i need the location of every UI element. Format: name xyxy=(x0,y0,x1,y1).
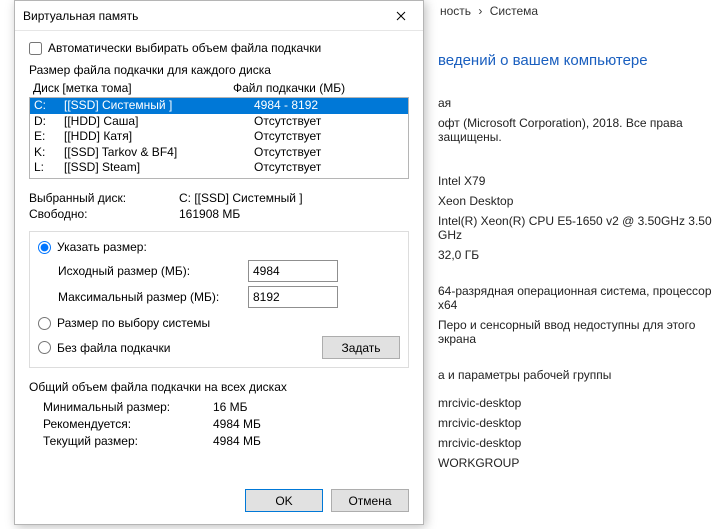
bg-text: Intel(R) Xeon(R) CPU E5-1650 v2 @ 3.50GH… xyxy=(438,211,713,245)
close-button[interactable] xyxy=(379,1,423,31)
header-disk: Диск [метка тома] xyxy=(33,81,233,95)
drive-row[interactable]: C:[[SSD] Системный ]4984 - 8192 xyxy=(30,98,408,114)
dialog-footer: OK Отмена xyxy=(15,479,423,524)
radio-none-input[interactable] xyxy=(38,341,51,354)
breadcrumb: ность › Система xyxy=(438,2,713,24)
auto-manage-label: Автоматически выбирать объем файла подка… xyxy=(48,41,321,55)
page-heading: ведений о вашем компьютере xyxy=(438,52,713,69)
max-size-row: Максимальный размер (МБ): xyxy=(58,286,400,308)
drive-row[interactable]: E:[[HDD] Катя]Отсутствует xyxy=(30,129,408,145)
drive-row[interactable]: D:[[HDD] Саша]Отсутствует xyxy=(30,114,408,130)
totals-label: Общий объем файла подкачки на всех диска… xyxy=(29,380,409,394)
max-size-input[interactable] xyxy=(248,286,338,308)
selected-disk-row: Выбранный диск: C: [[SSD] Системный ] xyxy=(29,191,409,205)
radio-custom-size[interactable]: Указать размер: xyxy=(38,240,400,254)
initial-size-label: Исходный размер (МБ): xyxy=(58,264,248,278)
header-pagefile: Файл подкачки (МБ) xyxy=(233,81,409,95)
titlebar: Виртуальная память xyxy=(15,1,423,31)
radio-system-input[interactable] xyxy=(38,317,51,330)
bg-text: Перо и сенсорный ввод недоступны для это… xyxy=(438,315,713,349)
drive-row[interactable]: L:[[SSD] Steam]Отсутствует xyxy=(30,160,408,176)
bg-text: Xeon Desktop xyxy=(438,191,713,211)
cancel-button[interactable]: Отмена xyxy=(331,489,409,512)
free-space-row: Свободно: 161908 МБ xyxy=(29,207,409,221)
drive-row[interactable]: K:[[SSD] Tarkov & BF4]Отсутствует xyxy=(30,145,408,161)
bg-text: 64-разрядная операционная система, проце… xyxy=(438,281,713,315)
initial-size-row: Исходный размер (МБ): xyxy=(58,260,400,282)
drive-list-header: Диск [метка тома] Файл подкачки (МБ) xyxy=(29,79,409,97)
totals-section: Общий объем файла подкачки на всех диска… xyxy=(29,380,409,448)
radio-system-managed[interactable]: Размер по выбору системы xyxy=(38,316,400,330)
ok-button[interactable]: OK xyxy=(245,489,323,512)
auto-manage-checkbox-row[interactable]: Автоматически выбирать объем файла подка… xyxy=(29,41,409,55)
max-size-label: Максимальный размер (МБ): xyxy=(58,290,248,304)
bg-text: mrcivic-desktop xyxy=(438,433,713,453)
bg-text: офт (Microsoft Corporation), 2018. Все п… xyxy=(438,113,713,147)
bg-text: WORKGROUP xyxy=(438,453,713,473)
virtual-memory-dialog: Виртуальная память Автоматически выбират… xyxy=(14,0,424,525)
auto-manage-checkbox[interactable] xyxy=(29,42,42,55)
drive-list[interactable]: C:[[SSD] Системный ]4984 - 8192D:[[HDD] … xyxy=(29,97,409,179)
bg-text: mrcivic-desktop xyxy=(438,413,713,433)
bg-text: 32,0 ГБ xyxy=(438,245,713,265)
bg-text: ая xyxy=(438,93,713,113)
radio-no-pagefile[interactable]: Без файла подкачки xyxy=(38,341,322,355)
close-icon xyxy=(396,11,406,21)
set-button[interactable]: Задать xyxy=(322,336,400,359)
drives-section-label: Размер файла подкачки для каждого диска xyxy=(29,63,409,77)
bg-text: mrcivic-desktop xyxy=(438,393,713,413)
bg-text: а и параметры рабочей группы xyxy=(438,365,713,385)
radio-custom-input[interactable] xyxy=(38,241,51,254)
bg-text: Intel X79 xyxy=(438,171,713,191)
pagefile-options-group: Указать размер: Исходный размер (МБ): Ма… xyxy=(29,231,409,368)
initial-size-input[interactable] xyxy=(248,260,338,282)
dialog-title: Виртуальная память xyxy=(15,9,379,23)
